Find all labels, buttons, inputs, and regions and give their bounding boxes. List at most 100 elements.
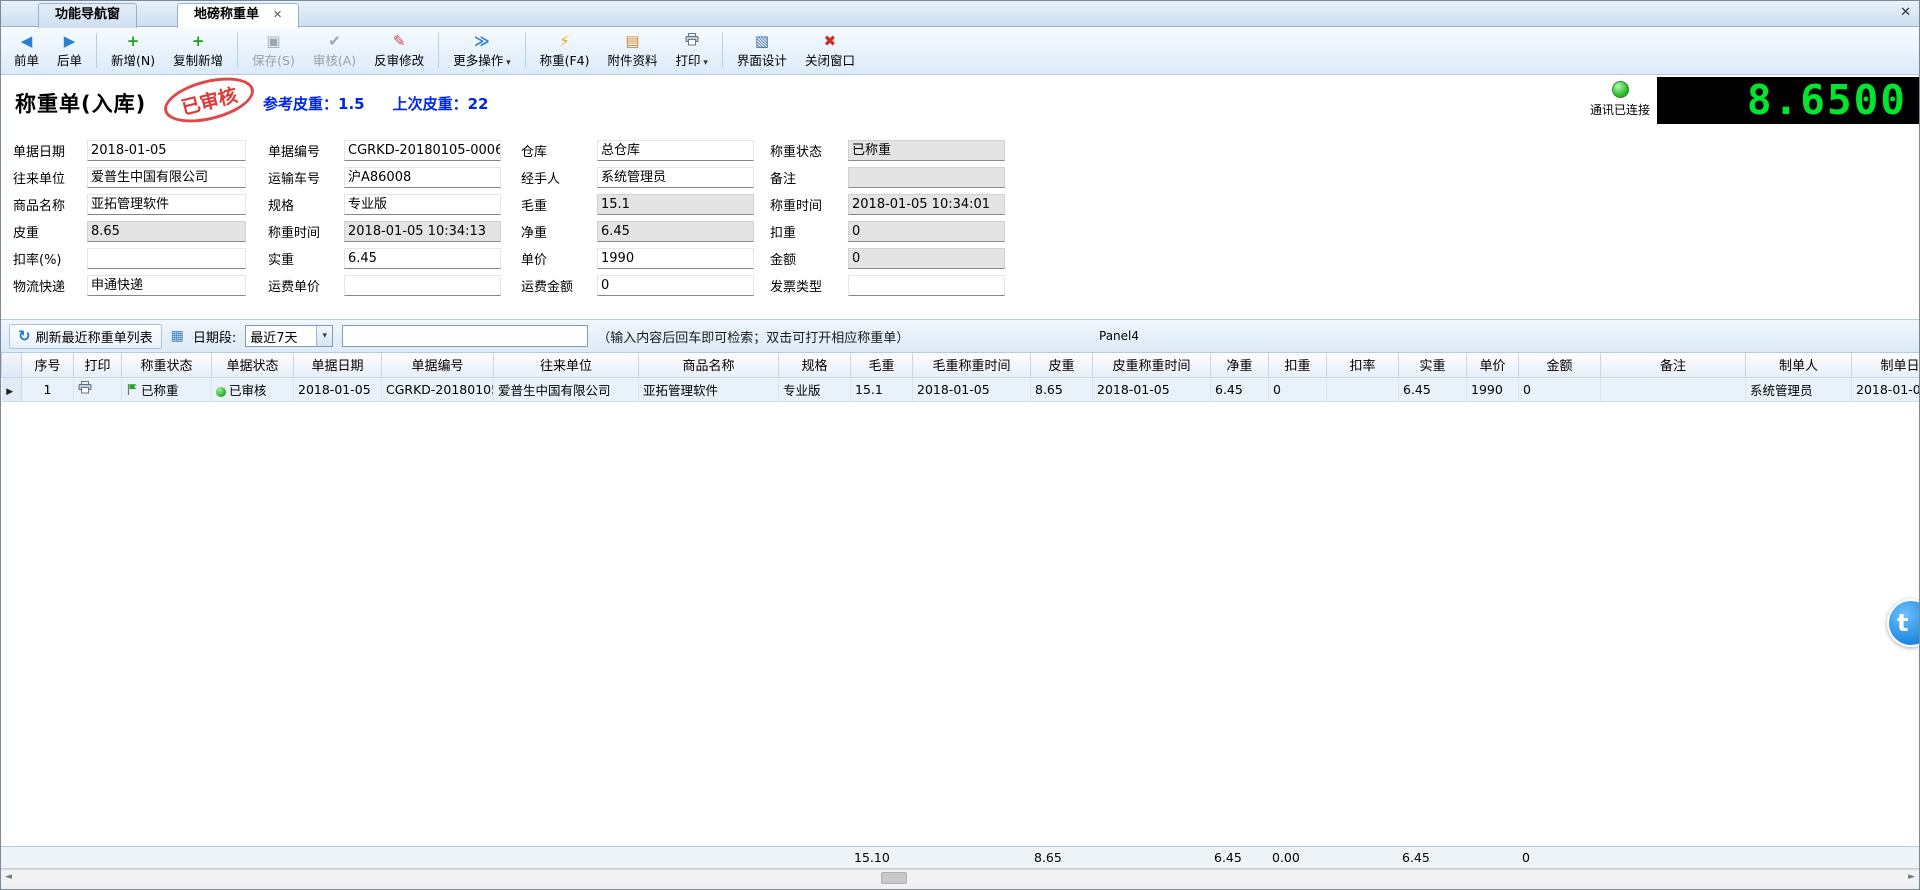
- grid-header-xh[interactable]: 序号: [22, 353, 74, 377]
- grid-header-mzsj[interactable]: 毛重称重时间: [913, 353, 1031, 377]
- cell-xh[interactable]: 1: [22, 377, 74, 401]
- floating-assistant-label: t: [1897, 609, 1908, 637]
- audit-icon: ✔: [328, 33, 341, 49]
- page-title: 称重单(入库): [15, 88, 146, 118]
- grid-header-kz[interactable]: 扣重: [1269, 353, 1327, 377]
- cell-sz[interactable]: 6.45: [1399, 377, 1467, 401]
- toolbar-button-unaudit[interactable]: ✎反审修改: [365, 28, 433, 73]
- refresh-label: 刷新最近称重单列表: [36, 327, 153, 346]
- cell-gg[interactable]: 专业版: [779, 377, 851, 401]
- weigh-icon: ⚡: [559, 33, 570, 49]
- grid-header-pzsj[interactable]: 皮重称重时间: [1093, 353, 1211, 377]
- refresh-list-button[interactable]: ↻刷新最近称重单列表: [9, 324, 162, 349]
- cell-mz[interactable]: 15.1: [851, 377, 913, 401]
- doc-number-field[interactable]: CGRKD-20180105-0006: [344, 140, 501, 161]
- unaudit-label: 反审修改: [374, 50, 424, 69]
- toolbar-button-copy-new[interactable]: +复制新增: [164, 28, 232, 73]
- toolbar-button-next-doc[interactable]: ▶后单: [48, 28, 91, 73]
- grid-header-je[interactable]: 金额: [1519, 353, 1601, 377]
- copy-new-label: 复制新增: [173, 50, 223, 69]
- toolbar-button-more-actions[interactable]: ≫更多操作 ▾: [444, 28, 519, 73]
- search-input[interactable]: [342, 325, 588, 347]
- grid-header-djbh[interactable]: 单据编号: [382, 353, 494, 377]
- cell-pz[interactable]: 8.65: [1031, 377, 1093, 401]
- grid-header-mz[interactable]: 毛重: [851, 353, 913, 377]
- date-range-value: 最近7天: [250, 327, 297, 346]
- grid-header-bz[interactable]: 备注: [1601, 353, 1746, 377]
- ui-design-label: 界面设计: [737, 50, 787, 69]
- toolbar-button-weigh[interactable]: ⚡称重(F4): [531, 28, 599, 73]
- toolbar-button-new[interactable]: +新增(N): [102, 28, 164, 73]
- product-name-field[interactable]: 亚拓管理软件: [87, 194, 246, 215]
- cell-djbh[interactable]: CGRKD-20180105-0006: [382, 377, 494, 401]
- cell-pzsj[interactable]: 2018-01-05: [1093, 377, 1211, 401]
- cell-kl[interactable]: [1327, 377, 1399, 401]
- truck-no-field[interactable]: 沪A86008: [344, 167, 501, 188]
- chevron-down-icon: ▾: [503, 58, 510, 68]
- invoice-type-field[interactable]: [848, 275, 1005, 296]
- grid-header-jz[interactable]: 净重: [1211, 353, 1269, 377]
- grid-header-kl[interactable]: 扣率: [1327, 353, 1399, 377]
- handler-field[interactable]: 系统管理员: [597, 167, 754, 188]
- window-close-icon[interactable]: ✕: [1900, 5, 1911, 20]
- unit-price-field[interactable]: 1990: [597, 248, 754, 269]
- grid-header-dy[interactable]: 打印: [74, 353, 122, 377]
- weighing-form: 单据日期2018-01-05单据编号CGRKD-20180105-0006仓库总…: [1, 129, 1919, 319]
- spec-field[interactable]: 专业版: [344, 194, 501, 215]
- scroll-left-icon[interactable]: ◄: [5, 872, 12, 882]
- cell-ind[interactable]: ▶: [2, 377, 22, 401]
- scroll-right-icon[interactable]: ►: [1908, 872, 1915, 882]
- cell-wldw[interactable]: 爱普生中国有限公司: [494, 377, 639, 401]
- cell-spmc[interactable]: 亚拓管理软件: [639, 377, 779, 401]
- tab-weighbridge[interactable]: 地磅称重单✕: [177, 3, 299, 28]
- freight-amount-field[interactable]: 0: [597, 275, 754, 296]
- net-weight-label: 净重: [501, 222, 597, 241]
- toolbar-button-close-window[interactable]: ✖关闭窗口: [796, 28, 864, 73]
- tare-weight-label: 皮重: [11, 222, 87, 241]
- toolbar-button-prev-doc[interactable]: ◀前单: [5, 28, 48, 73]
- grid-header-sz[interactable]: 实重: [1399, 353, 1467, 377]
- prev-doc-label: 前单: [14, 50, 39, 69]
- customer-field[interactable]: 爱普生中国有限公司: [87, 167, 246, 188]
- grid-header-spmc[interactable]: 商品名称: [639, 353, 779, 377]
- grid-header-wldw[interactable]: 往来单位: [494, 353, 639, 377]
- cell-djzt[interactable]: 已审核: [212, 377, 294, 401]
- grid-header-djrq[interactable]: 单据日期: [294, 353, 382, 377]
- grid-header-dj[interactable]: 单价: [1467, 353, 1519, 377]
- grid-row[interactable]: ▶1已称重已审核2018-01-05CGRKD-20180105-0006爱普生…: [2, 377, 1920, 401]
- date-range-select[interactable]: 最近7天 ▾: [245, 325, 333, 347]
- deduct-rate-field[interactable]: [87, 248, 246, 269]
- tab-function-nav[interactable]: 功能导航窗: [38, 3, 137, 28]
- grid-header-zdr[interactable]: 制单人: [1746, 353, 1852, 377]
- tab-close-icon[interactable]: ✕: [273, 8, 282, 21]
- doc-date-field[interactable]: 2018-01-05: [87, 140, 246, 161]
- horizontal-scrollbar[interactable]: ◄ ►: [1, 869, 1919, 885]
- grid-header-gg[interactable]: 规格: [779, 353, 851, 377]
- warehouse-field[interactable]: 总仓库: [597, 140, 754, 161]
- scrollbar-thumb[interactable]: [881, 872, 907, 884]
- cell-bz[interactable]: [1601, 377, 1746, 401]
- grid-header-zdrq[interactable]: 制单日期: [1852, 353, 1920, 377]
- cell-mzsj[interactable]: 2018-01-05: [913, 377, 1031, 401]
- cell-dj[interactable]: 1990: [1467, 377, 1519, 401]
- grid-header-czzt[interactable]: 称重状态: [122, 353, 212, 377]
- cell-jz[interactable]: 6.45: [1211, 377, 1269, 401]
- actual-weight-field[interactable]: 6.45: [344, 248, 501, 269]
- toolbar-button-attachments[interactable]: ▤附件资料: [599, 28, 667, 73]
- grid-header-djzt[interactable]: 单据状态: [212, 353, 294, 377]
- cell-djrq[interactable]: 2018-01-05: [294, 377, 382, 401]
- toolbar-button-print[interactable]: 打印 ▾: [667, 28, 717, 73]
- cell-kz[interactable]: 0: [1269, 377, 1327, 401]
- toolbar-button-ui-design[interactable]: ▧界面设计: [728, 28, 796, 73]
- cell-text: 系统管理员: [1750, 383, 1813, 398]
- cell-zdrq[interactable]: 2018-01-05: [1852, 377, 1920, 401]
- gross-weight-label: 毛重: [501, 195, 597, 214]
- cell-dy[interactable]: [74, 377, 122, 401]
- logistics-field[interactable]: 申通快递: [87, 275, 246, 296]
- chevron-down-icon[interactable]: ▾: [316, 326, 332, 346]
- cell-je[interactable]: 0: [1519, 377, 1601, 401]
- freight-price-field[interactable]: [344, 275, 501, 296]
- grid-header-pz[interactable]: 皮重: [1031, 353, 1093, 377]
- cell-zdr[interactable]: 系统管理员: [1746, 377, 1852, 401]
- cell-czzt[interactable]: 已称重: [122, 377, 212, 401]
